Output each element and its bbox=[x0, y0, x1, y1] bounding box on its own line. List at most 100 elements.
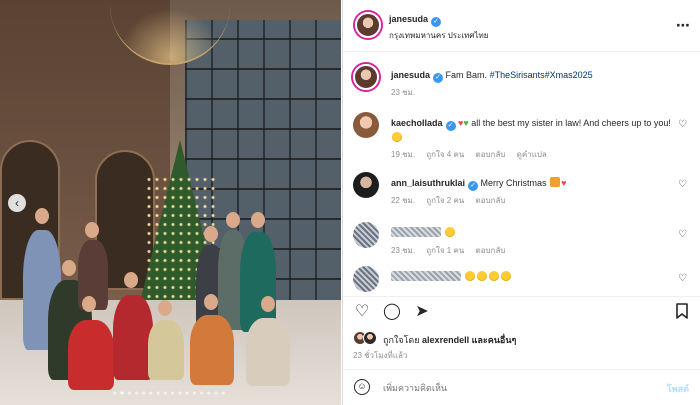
blurred-username[interactable] bbox=[391, 271, 461, 281]
author-avatar[interactable] bbox=[355, 12, 381, 38]
liked-by-prefix: ถูกใจโดย bbox=[383, 335, 420, 345]
liked-by-row[interactable]: ถูกใจโดย alexrendell และคนอื่นๆ bbox=[353, 331, 693, 347]
photo-person-head bbox=[251, 212, 265, 228]
liked-by-others-link[interactable]: และคนอื่นๆ bbox=[472, 335, 517, 345]
see-translation-button[interactable]: ดูคำแปล bbox=[517, 150, 547, 159]
comment-avatar[interactable] bbox=[353, 112, 379, 138]
carousel-dot: ● bbox=[177, 390, 185, 397]
carousel-dot: ● bbox=[141, 390, 149, 397]
author-info: janesuda ✓ กรุงเทพมหานคร ประเทศไทย bbox=[389, 14, 488, 42]
gift-emoji-icon bbox=[550, 177, 561, 187]
photo-person bbox=[190, 315, 234, 385]
add-comment-bar: ☺ โพสต์ bbox=[343, 369, 700, 405]
reply-button[interactable]: ตอบกลับ bbox=[476, 246, 506, 255]
photo-person-head bbox=[85, 222, 99, 238]
comment-meta: 19 ชม. ถูกใจ 4 คน ตอบกลับ ดูคำแปล bbox=[391, 148, 556, 161]
carousel-dot: ● bbox=[163, 390, 171, 397]
verified-icon: ✓ bbox=[433, 73, 444, 83]
previous-photo-button[interactable]: ‹ bbox=[8, 194, 26, 212]
liked-by-user-link[interactable]: alexrendell bbox=[422, 335, 469, 345]
comment-body bbox=[391, 226, 681, 240]
liker-avatar bbox=[363, 331, 377, 345]
post-location[interactable]: กรุงเทพมหานคร ประเทศไทย bbox=[389, 29, 488, 42]
photo-person-head bbox=[204, 226, 218, 242]
caption-item: janesuda ✓ Fam Bam. #TheSirisants#Xmas202… bbox=[353, 64, 693, 106]
comment-time[interactable]: 23 ชม. bbox=[391, 246, 415, 255]
caption-time[interactable]: 23 ชม. bbox=[391, 88, 415, 97]
share-paper-plane-icon[interactable]: ➤ bbox=[413, 303, 431, 321]
carousel-dot: ● bbox=[148, 390, 157, 397]
comment-text: all the best my sister in law! And cheer… bbox=[471, 118, 671, 128]
hashtag-link[interactable]: #Xmas2025 bbox=[545, 70, 593, 80]
post-viewer: ‹ ●●●●●●●●●●●●●●●● janesuda ✓ กรุงเทพมหาน… bbox=[0, 0, 700, 405]
heart-eyes-emoji-icon bbox=[464, 271, 475, 281]
verified-icon: ✓ bbox=[468, 181, 479, 191]
photo-person-head bbox=[35, 208, 49, 224]
comment-likes-count[interactable]: ถูกใจ 1 คน bbox=[426, 246, 464, 255]
hashtag-link[interactable]: #TheSirisants bbox=[490, 70, 545, 80]
carousel-dot: ● bbox=[134, 390, 142, 397]
photo-person bbox=[113, 295, 153, 380]
posted-time-ago[interactable]: 23 ชั่วโมงที่แล้ว bbox=[353, 349, 407, 362]
comment-username[interactable]: ann_laisuthruklai bbox=[391, 178, 465, 188]
like-heart-icon[interactable]: ♡ bbox=[353, 303, 371, 321]
reply-button[interactable]: ตอบกลับ bbox=[476, 150, 506, 159]
comment-meta: 23 ชม. ถูกใจ 1 คน ตอบกลับ bbox=[391, 244, 514, 257]
add-comment-input[interactable] bbox=[383, 381, 633, 395]
comment-username[interactable]: kaechollada bbox=[391, 118, 443, 128]
photo-person bbox=[148, 320, 184, 380]
blurred-username[interactable] bbox=[391, 227, 441, 237]
photo-person-head bbox=[261, 296, 275, 312]
post-side-panel: janesuda ✓ กรุงเทพมหานคร ประเทศไทย ⋯ jane… bbox=[342, 0, 700, 405]
comment-bubble-icon[interactable]: ◯ bbox=[383, 303, 401, 321]
comment-avatar-blurred[interactable] bbox=[353, 222, 379, 248]
post-header: janesuda ✓ กรุงเทพมหานคร ประเทศไทย ⋯ bbox=[343, 0, 700, 52]
photo-person-head bbox=[62, 260, 76, 276]
caption-meta: 23 ชม. bbox=[391, 86, 424, 99]
comment-time[interactable]: 19 ชม. bbox=[391, 150, 415, 159]
heart-eyes-emoji-icon bbox=[476, 271, 487, 281]
like-comment-heart-icon[interactable]: ♡ bbox=[678, 229, 687, 240]
post-photo[interactable]: ‹ ●●●●●●●●●●●●●●●● bbox=[0, 0, 341, 405]
carousel-dot-active: ● bbox=[119, 390, 128, 397]
photo-person-head bbox=[124, 272, 138, 288]
caption-avatar[interactable] bbox=[353, 64, 379, 90]
comment-body: kaechollada ✓ ♥♥ all the best my sister i… bbox=[391, 116, 681, 145]
like-comment-heart-icon[interactable]: ♡ bbox=[678, 273, 687, 284]
carousel-dot: ● bbox=[199, 390, 207, 397]
more-options-icon[interactable]: ⋯ bbox=[676, 17, 691, 34]
author-username[interactable]: janesuda bbox=[389, 14, 428, 24]
comment-item: ♡ bbox=[353, 266, 693, 296]
save-bookmark-icon[interactable] bbox=[673, 303, 691, 321]
red-heart-emoji-icon: ♥ bbox=[561, 178, 567, 188]
comment-avatar-blurred[interactable] bbox=[353, 266, 379, 292]
caption-text: Fam Bam. bbox=[445, 70, 488, 80]
comment-time[interactable]: 22 ชม. bbox=[391, 196, 415, 205]
photo-person-head bbox=[204, 294, 218, 310]
photo-person bbox=[240, 232, 276, 332]
comment-likes-count[interactable]: ถูกใจ 2 คน bbox=[426, 196, 464, 205]
comment-body bbox=[391, 270, 681, 284]
comment-likes-count[interactable]: ถูกใจ 4 คน bbox=[426, 150, 464, 159]
photo-person bbox=[246, 318, 290, 386]
post-comment-button[interactable]: โพสต์ bbox=[667, 382, 689, 396]
carousel-dot: ● bbox=[221, 390, 229, 397]
verified-icon: ✓ bbox=[445, 121, 456, 131]
caption-username[interactable]: janesuda bbox=[391, 70, 430, 80]
caption-body: janesuda ✓ Fam Bam. #TheSirisants#Xmas202… bbox=[391, 68, 681, 83]
bookmark-shape bbox=[676, 303, 688, 319]
photo-person-head bbox=[226, 212, 240, 228]
photo-person-head bbox=[82, 296, 96, 312]
emoji-picker-icon[interactable]: ☺ bbox=[354, 379, 370, 395]
comment-meta: 22 ชม. ถูกใจ 2 คน ตอบกลับ bbox=[391, 194, 514, 207]
carousel-dot: ● bbox=[170, 390, 178, 397]
like-comment-heart-icon[interactable]: ♡ bbox=[678, 119, 687, 130]
like-comment-heart-icon[interactable]: ♡ bbox=[678, 179, 687, 190]
heart-eyes-emoji-icon bbox=[444, 227, 455, 237]
comment-item: kaechollada ✓ ♥♥ all the best my sister i… bbox=[353, 112, 693, 164]
photo-family-group bbox=[18, 200, 318, 390]
heart-eyes-emoji-icon bbox=[392, 132, 402, 142]
reply-button[interactable]: ตอบกลับ bbox=[476, 196, 506, 205]
comment-avatar[interactable] bbox=[353, 172, 379, 198]
comment-item: 23 ชม. ถูกใจ 1 คน ตอบกลับ ♡ bbox=[353, 222, 693, 260]
